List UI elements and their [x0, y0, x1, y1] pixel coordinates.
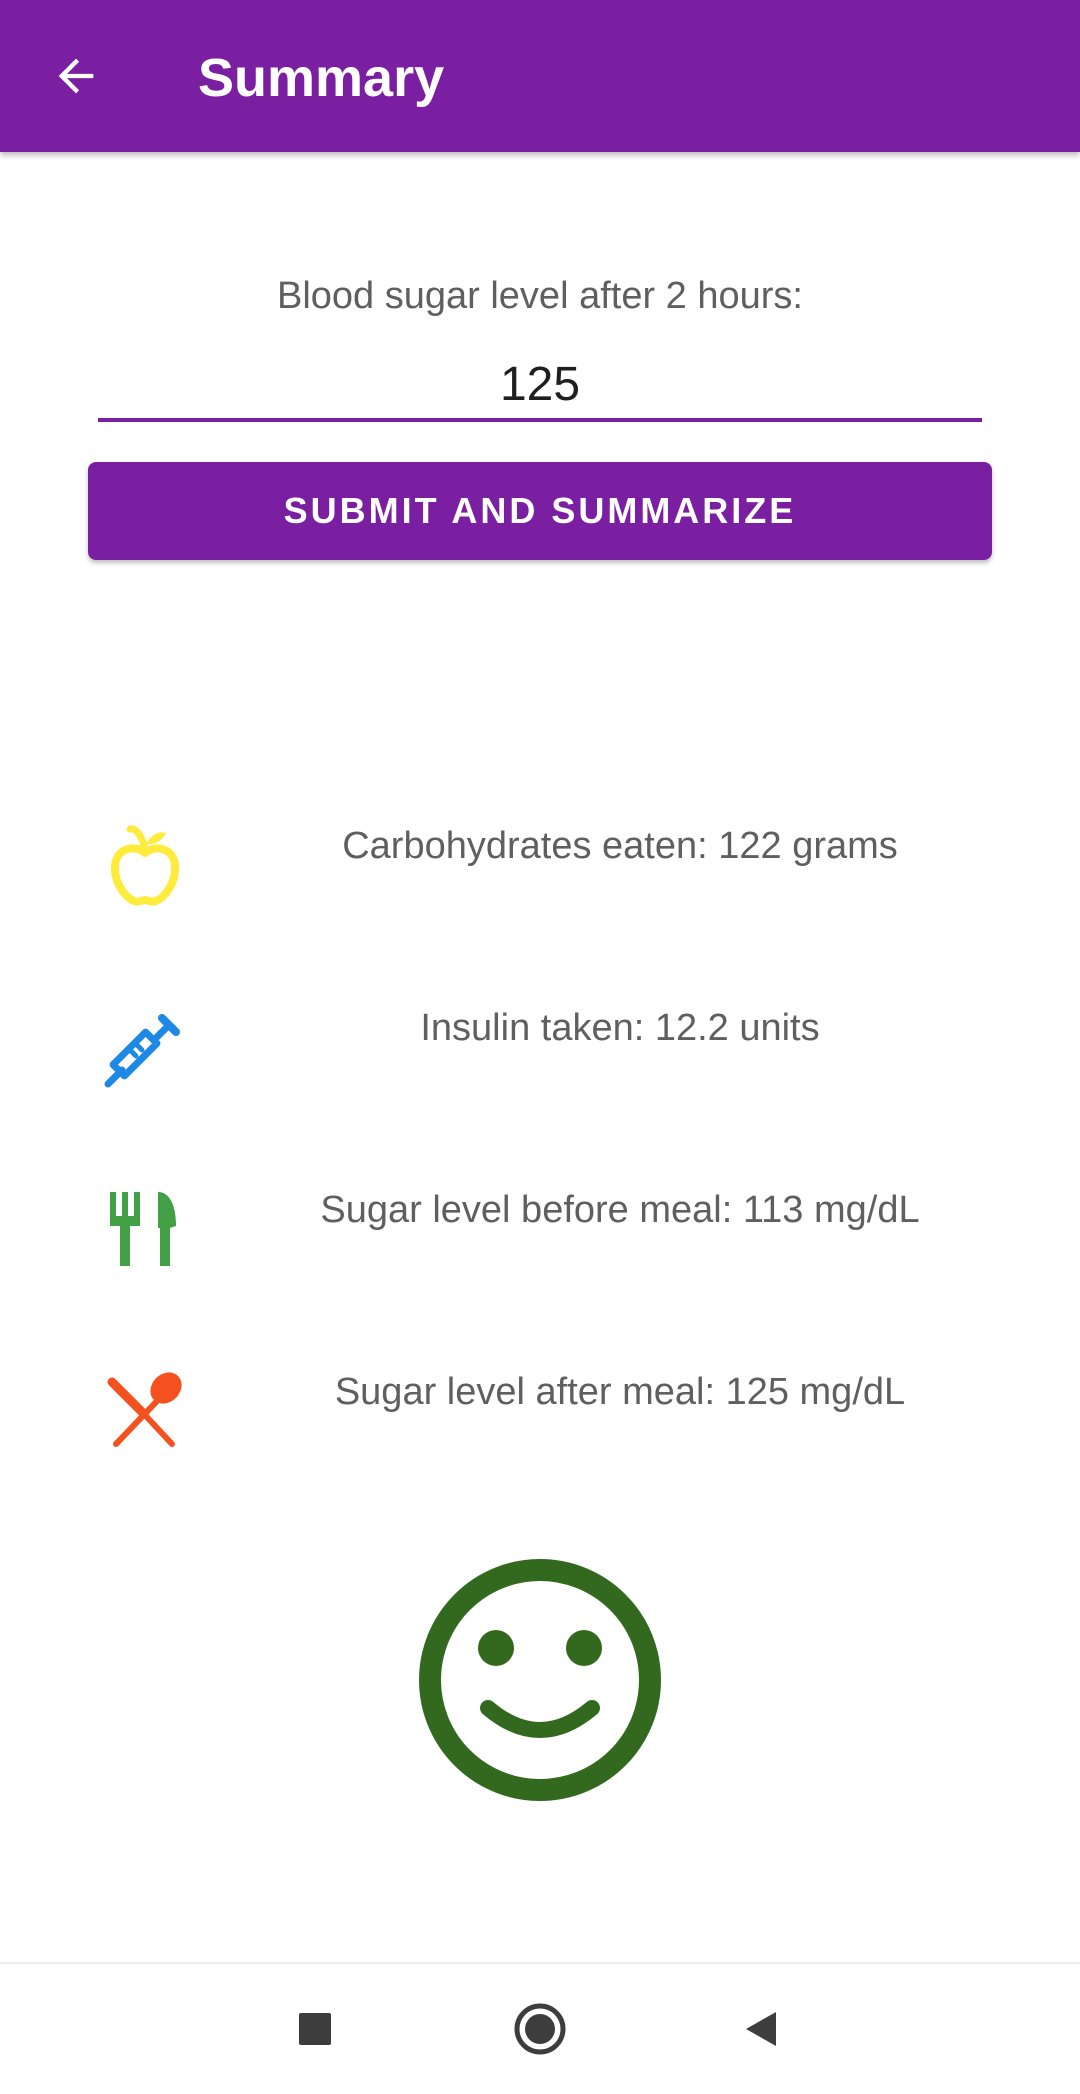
before-meal-text: Sugar level before meal: 113 mg/dL [320, 1189, 920, 1231]
triangle-back-icon [746, 2012, 776, 2046]
carbohydrates-text: Carbohydrates eaten: 122 grams [342, 825, 898, 867]
summary-item-carbohydrates: Carbohydrates eaten: 122 grams [0, 820, 1080, 940]
apple-icon [110, 825, 180, 906]
home-button[interactable] [505, 1994, 575, 2064]
summary-item-insulin: Insulin taken: 12.2 units [0, 1002, 1080, 1122]
insulin-text: Insulin taken: 12.2 units [420, 1007, 820, 1049]
circle-home-icon [514, 2003, 566, 2055]
summary-item-after-meal: Sugar level after meal: 125 mg/dL [0, 1366, 1080, 1486]
page-title: Summary [198, 48, 445, 108]
syringe-icon [104, 1014, 180, 1088]
smiley-face-icon [419, 1559, 661, 1801]
blood-sugar-input[interactable] [98, 350, 982, 422]
fork-knife-icon [110, 1192, 176, 1266]
arrow-back-icon [58, 58, 94, 94]
summary-item-before-meal: Sugar level before meal: 113 mg/dL [0, 1184, 1080, 1304]
square-recents-icon [299, 2013, 331, 2045]
back-button[interactable] [36, 36, 116, 116]
system-navigation-bar [0, 1962, 1080, 2094]
after-meal-text: Sugar level after meal: 125 mg/dL [334, 1371, 906, 1413]
system-back-button[interactable] [725, 1994, 795, 2064]
recents-button[interactable] [280, 1994, 350, 2064]
app-bar: Summary [0, 0, 1080, 152]
blood-sugar-label: Blood sugar level after 2 hours: [277, 275, 803, 317]
spoon-knife-crossed-icon [107, 1372, 182, 1447]
submit-and-summarize-button[interactable]: SUBMIT AND SUMMARIZE [88, 462, 992, 560]
